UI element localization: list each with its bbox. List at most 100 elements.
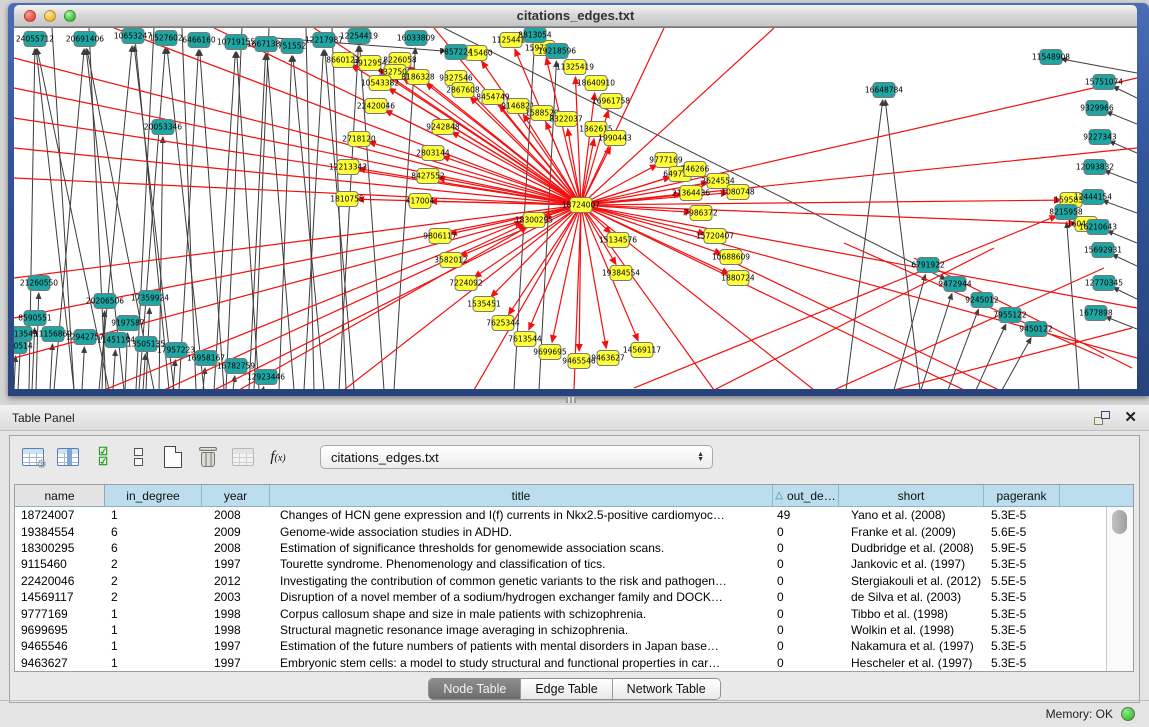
table-cell: 1997 bbox=[202, 557, 270, 571]
close-panel-icon[interactable]: ✕ bbox=[1124, 411, 1137, 425]
table-row[interactable]: 1456911722003Disruption of a novel membe… bbox=[15, 589, 1133, 605]
graph-node-label: 21260550 bbox=[20, 279, 58, 288]
graph-node-label: 12213343 bbox=[329, 163, 367, 172]
graph-node-label: 9777169 bbox=[649, 156, 683, 165]
table-cell: 0 bbox=[773, 607, 839, 621]
graph-node-label: 20053346 bbox=[144, 123, 182, 132]
column-header-label: in_degree bbox=[126, 489, 179, 503]
table-cell: Embryonic stem cells: a model to study s… bbox=[270, 656, 773, 670]
table-cell: 1997 bbox=[202, 656, 270, 670]
graph-node-label: 12093832 bbox=[1076, 163, 1114, 172]
table-cell: 5.3E-5 bbox=[984, 590, 1060, 604]
new-table-button[interactable] bbox=[160, 444, 186, 470]
table-settings-button[interactable]: ⚙ bbox=[20, 444, 46, 470]
column-header-outde[interactable]: △out_de… bbox=[773, 485, 839, 506]
vertical-scrollbar[interactable] bbox=[1106, 507, 1133, 671]
column-header-label: name bbox=[44, 489, 74, 503]
table-row[interactable]: 1938455462009Genome-wide association stu… bbox=[15, 523, 1133, 539]
graph-node-label: 15720407 bbox=[696, 232, 734, 241]
tab-edge-table[interactable]: Edge Table bbox=[521, 679, 612, 699]
scrollbar-thumb[interactable] bbox=[1112, 510, 1127, 534]
minimize-window-button[interactable] bbox=[44, 10, 56, 22]
table-cell: 5.3E-5 bbox=[984, 623, 1060, 637]
memory-status-label: Memory: OK bbox=[1046, 707, 1113, 721]
graph-node-label: 8215958 bbox=[1049, 208, 1083, 217]
column-header-label: out_de… bbox=[787, 489, 836, 503]
column-header-short[interactable]: short bbox=[839, 485, 984, 506]
graph-node-label: 1535451 bbox=[467, 300, 501, 309]
new-document-icon bbox=[164, 446, 182, 468]
table-cell: 5.9E-5 bbox=[984, 541, 1060, 555]
table-cell: 6 bbox=[105, 525, 202, 539]
select-column-icon bbox=[57, 448, 79, 466]
table-cell: 1998 bbox=[202, 607, 270, 621]
table-cell: Dudbridge et al. (2008) bbox=[839, 541, 984, 555]
float-panel-icon[interactable] bbox=[1094, 411, 1110, 425]
graph-node-label: 9450122 bbox=[1019, 325, 1053, 334]
network-canvas[interactable]: 1872400782260588912954932750810543382818… bbox=[14, 27, 1137, 389]
table-cell: Hescheler et al. (1997) bbox=[839, 656, 984, 670]
column-header-year[interactable]: year bbox=[202, 485, 270, 506]
graph-node-label: 16210643 bbox=[1079, 223, 1117, 232]
table-cell: 22420046 bbox=[15, 574, 105, 588]
table-row[interactable]: 977716911998Corpus callosum shape and si… bbox=[15, 605, 1133, 621]
delete-table-button[interactable] bbox=[195, 444, 221, 470]
graph-node-label: 9699695 bbox=[533, 348, 567, 357]
table-row[interactable]: 1830029562008Estimation of significance … bbox=[15, 540, 1133, 556]
graph-node-label: 17359924 bbox=[131, 294, 169, 303]
network-window: citations_edges.txt 18724007822605889129… bbox=[8, 3, 1149, 396]
window-titlebar[interactable]: citations_edges.txt bbox=[14, 5, 1137, 27]
graph-node-label: 18300295 bbox=[515, 216, 553, 225]
graph-node-label: 9242848 bbox=[426, 123, 460, 132]
table-cell: 1 bbox=[105, 607, 202, 621]
column-header-name[interactable]: name bbox=[15, 485, 105, 506]
table-cell: 5.6E-5 bbox=[984, 525, 1060, 539]
select-column-button[interactable] bbox=[55, 444, 81, 470]
dropdown-arrows-icon: ▲▼ bbox=[697, 452, 704, 462]
graph-node-label: 7590514 bbox=[14, 342, 33, 351]
table-row[interactable]: 1872400712008Changes of HCN gene express… bbox=[15, 507, 1133, 523]
table-cell: 2 bbox=[105, 574, 202, 588]
table-cell: 2 bbox=[105, 557, 202, 571]
table-cell: 0 bbox=[773, 557, 839, 571]
graph-node-label: 2803144 bbox=[416, 149, 450, 158]
table-row[interactable]: 946554611997Estimation of the future num… bbox=[15, 638, 1133, 654]
graph-node-label: 8322037 bbox=[549, 115, 583, 124]
table-row[interactable]: 2242004622012Investigating the contribut… bbox=[15, 573, 1133, 589]
panel-resize-grip[interactable] bbox=[566, 397, 576, 403]
table-select-dropdown[interactable]: citations_edges.txt ▲▼ bbox=[320, 445, 713, 469]
graph-node-label: 9463627 bbox=[591, 354, 625, 363]
table-cell: Jankovic et al. (1997) bbox=[839, 557, 984, 571]
import-table-button-disabled bbox=[230, 444, 256, 470]
tab-network-table[interactable]: Network Table bbox=[613, 679, 720, 699]
zoom-window-button[interactable] bbox=[64, 10, 76, 22]
rows-icon bbox=[134, 448, 143, 466]
window-title: citations_edges.txt bbox=[517, 8, 635, 23]
table-row[interactable]: 969969511998Structural magnetic resonanc… bbox=[15, 622, 1133, 638]
graph-node-label: 7857224 bbox=[439, 48, 473, 57]
table-cell: 5.3E-5 bbox=[984, 557, 1060, 571]
row-options-button[interactable] bbox=[125, 444, 151, 470]
citation-network-graph[interactable]: 1872400782260588912954932750810543382818… bbox=[14, 28, 1137, 389]
table-cell: 2012 bbox=[202, 574, 270, 588]
show-hide-columns-button[interactable]: ☑☑ bbox=[90, 444, 116, 470]
column-header-indegree[interactable]: in_degree bbox=[105, 485, 202, 506]
table-cell: 9463627 bbox=[15, 656, 105, 670]
graph-node-label: 11325419 bbox=[556, 63, 594, 72]
graph-node-label: 8660123 bbox=[326, 56, 360, 65]
table-row[interactable]: 911546021997Tourette syndrome. Phenomeno… bbox=[15, 556, 1133, 572]
column-header-title[interactable]: title bbox=[270, 485, 773, 506]
table-cell: 2009 bbox=[202, 525, 270, 539]
tab-node-table[interactable]: Node Table bbox=[429, 679, 521, 699]
table-cell: Corpus callosum shape and size in male p… bbox=[270, 607, 773, 621]
column-header-label: year bbox=[224, 489, 247, 503]
graph-node-label: 9245012 bbox=[965, 296, 999, 305]
graph-node-label: 8590551 bbox=[18, 314, 52, 323]
table-cell: 5.3E-5 bbox=[984, 607, 1060, 621]
table-row[interactable]: 946362711997Embryonic stem cells: a mode… bbox=[15, 655, 1133, 671]
close-window-button[interactable] bbox=[24, 10, 36, 22]
column-header-pagerank[interactable]: pagerank bbox=[984, 485, 1060, 506]
function-builder-button[interactable]: f(x) bbox=[265, 444, 291, 470]
graph-node-label: 12923446 bbox=[247, 373, 285, 382]
table-cell: 0 bbox=[773, 541, 839, 555]
